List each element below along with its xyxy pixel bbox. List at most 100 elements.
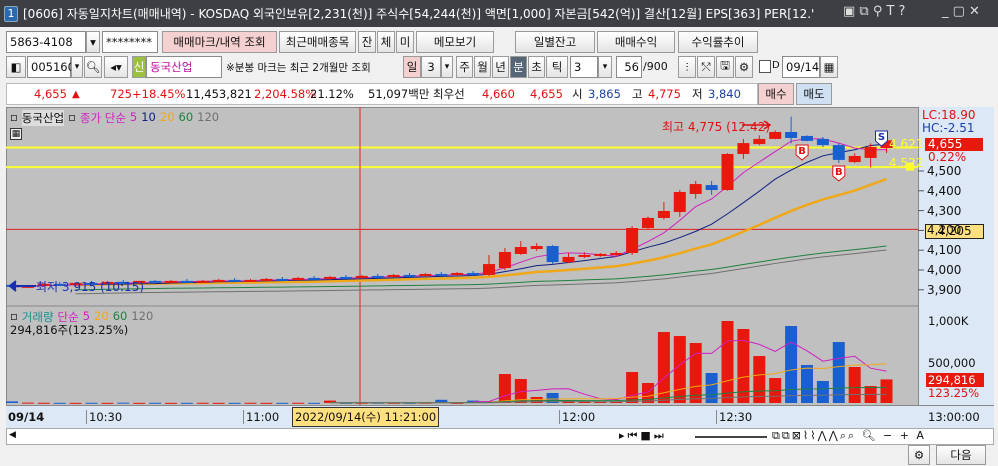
high-annotation: 최고 4,775 (12:42) xyxy=(662,120,771,134)
price-tick-label: 4,500 xyxy=(927,164,962,178)
ma5-line xyxy=(11,138,887,288)
sell-mark-label: S xyxy=(878,132,885,143)
ma20-line xyxy=(75,177,887,287)
settings-icon[interactable]: ⚙ xyxy=(908,445,930,465)
candle-body xyxy=(276,278,289,281)
candle-body xyxy=(721,153,734,191)
candle-body xyxy=(832,145,845,160)
vma120-legend[interactable]: 120 xyxy=(131,309,153,325)
volume-bar xyxy=(880,379,893,403)
volume-bar xyxy=(69,402,82,404)
volume-bar xyxy=(37,402,50,404)
candle-body xyxy=(785,131,798,138)
current-volume-pct: 123.25% xyxy=(928,386,980,400)
ma60-legend[interactable]: 60 xyxy=(179,110,194,126)
candle-body xyxy=(165,280,177,283)
candle-body xyxy=(864,147,877,158)
crosshair-time-tag: 2022/09/14(수) 11:21:00 xyxy=(292,407,440,427)
legend-box-icon: ▫ xyxy=(68,110,76,124)
volume-bar xyxy=(832,342,845,403)
candle-body xyxy=(594,253,607,256)
candle-body xyxy=(642,217,654,229)
candle-body xyxy=(769,131,782,139)
price-tick-label: 4,400 xyxy=(927,183,962,198)
candle-body xyxy=(610,252,623,255)
volume-bar xyxy=(801,365,813,403)
candle-body xyxy=(260,278,273,281)
volume-bar xyxy=(21,402,34,404)
time-label: 10:30 xyxy=(86,410,122,424)
volume-bar xyxy=(53,402,66,404)
volume-bar xyxy=(689,343,702,403)
volume-bar xyxy=(308,402,321,404)
volume-value-text: 294,816주(123.25%) xyxy=(10,323,129,337)
legend-box-icon: ▫ xyxy=(10,110,18,124)
volume-bar xyxy=(101,402,114,404)
time-label: 12:00 xyxy=(559,410,595,424)
chart-tools-icons[interactable]: ⧉⧉⊠⌇⌇⋀⋀⌕⌕ 🔍︎ − + A xyxy=(772,429,926,443)
volume-bar xyxy=(180,402,193,404)
buy-mark-label: B xyxy=(798,146,806,157)
chart-scrollbar[interactable]: ◀ ▸⏮■⏭ ⧉⧉⊠⌇⌇⋀⋀⌕⌕ 🔍︎ − + A xyxy=(6,428,994,445)
lc-value: LC:18.90 xyxy=(922,108,976,122)
chart-svg[interactable]: S B B xyxy=(0,0,998,466)
zoom-slider[interactable] xyxy=(695,436,767,438)
candle-body xyxy=(498,251,511,269)
low-arrow-icon xyxy=(8,280,36,292)
volume-bar xyxy=(212,402,225,404)
price-tick-label: 4,200 xyxy=(927,223,962,238)
candle-body xyxy=(657,210,670,218)
price-tick-label: 4,300 xyxy=(927,203,962,218)
volume-bar xyxy=(721,321,734,403)
candle-body xyxy=(149,280,162,283)
candle-body xyxy=(196,280,209,283)
candle-body xyxy=(673,191,686,212)
table-icon[interactable]: ▦ xyxy=(10,128,22,140)
stock-name-legend[interactable]: 동국산업 xyxy=(21,110,65,126)
volume-bar xyxy=(848,367,861,403)
candle-body xyxy=(530,246,543,250)
ma-label[interactable]: 종가 단순 xyxy=(80,110,126,126)
hline2-label: 4,522 xyxy=(889,156,924,170)
vol-tick-500k: 500,000 xyxy=(928,356,976,370)
ma120-legend[interactable]: 120 xyxy=(197,110,219,126)
candle-body xyxy=(483,264,495,275)
price-tick-label: 4,000 xyxy=(927,263,962,277)
buy-mark-label: B xyxy=(835,167,843,178)
volume-bar xyxy=(785,326,798,403)
candle-body xyxy=(435,273,448,276)
candle-body xyxy=(801,135,813,141)
time-axis: 09/14 10:30 11:00 12:00 12:30 13:00:00 2… xyxy=(6,405,994,428)
candle-body xyxy=(562,256,575,263)
candle-body xyxy=(339,276,352,279)
ma10-line xyxy=(11,143,887,288)
playback-controls[interactable]: ▸⏮■⏭ xyxy=(619,429,667,443)
ma5-legend[interactable]: 5 xyxy=(130,110,137,126)
candle-body xyxy=(403,274,416,277)
candle-body xyxy=(308,277,321,280)
candle-body xyxy=(626,228,639,253)
candle-body xyxy=(848,155,861,163)
candle-body xyxy=(180,280,193,283)
volume-bar xyxy=(165,402,177,404)
volume-bar xyxy=(498,374,511,403)
price-tick-label: 4,100 xyxy=(927,243,962,258)
low-annotation: 최저 3,915 (10:15) xyxy=(36,280,145,294)
scroll-left-icon[interactable]: ◀ xyxy=(9,430,16,440)
current-volume-tag: 294,816 xyxy=(926,373,984,387)
candle-body xyxy=(244,279,257,282)
candle-body xyxy=(467,272,480,275)
hline1-label: 4,621 xyxy=(889,137,924,151)
ma10-legend[interactable]: 10 xyxy=(141,110,156,126)
next-button[interactable]: 다음 xyxy=(936,445,986,465)
candle-body xyxy=(816,138,829,146)
candle-body xyxy=(355,275,368,278)
volume-bar xyxy=(626,372,639,403)
candle-body xyxy=(737,143,750,154)
price-tick-label: 3,900 xyxy=(927,282,962,297)
volume-bar xyxy=(228,402,241,404)
bottom-bar: ⚙ 다음 xyxy=(0,445,998,466)
candle-body xyxy=(514,247,527,254)
candle-body xyxy=(753,138,766,145)
ma20-legend[interactable]: 20 xyxy=(160,110,175,126)
